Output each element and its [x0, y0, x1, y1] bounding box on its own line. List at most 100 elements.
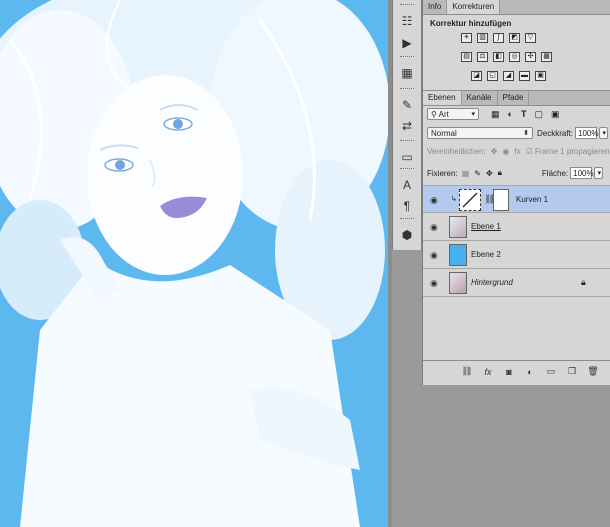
chevron-down-icon: ▾ [597, 170, 602, 177]
new-layer-icon[interactable]: ❐ [566, 366, 578, 377]
panel-dock-strip: ☷ ▶ ▦ ✎ ⇄ ▭ A ¶ ⬢ [392, 0, 422, 250]
tab-info[interactable]: Info [423, 0, 448, 14]
lock-pixels-icon[interactable]: ✎ [474, 169, 481, 178]
dock-grip[interactable] [400, 168, 414, 171]
unify-visibility-icon[interactable]: ◉ [502, 147, 509, 156]
paragraph-icon[interactable]: ¶ [396, 195, 418, 217]
document-canvas[interactable] [0, 0, 388, 527]
photo-filter-icon[interactable]: ◎ [509, 52, 520, 62]
filter-smart-icon[interactable]: ▣ [551, 109, 560, 120]
layer-thumb [449, 244, 467, 266]
selective-color-icon[interactable]: ▣ [535, 71, 546, 81]
tool-preset-icon[interactable]: ▭ [396, 146, 418, 168]
character-icon[interactable]: A [396, 174, 418, 196]
layer-row-ebene-2[interactable]: ◉ Ebene 2 [423, 241, 610, 269]
layer-filter-row: ⚲ Art ▾ ▦ ◐ T ▢ ▣ [427, 108, 559, 120]
lock-all-icon[interactable]: 🔒︎ [498, 168, 502, 178]
opacity-input[interactable]: 100% [575, 127, 598, 139]
opacity-dropdown[interactable]: ▾ [599, 127, 609, 139]
filter-kind-select[interactable]: ⚲ Art ▾ [427, 108, 479, 120]
3d-icon[interactable]: ⬢ [396, 224, 418, 246]
adjustments-row-2: ▤ ⚖ ◧ ◎ ✣ ▦ [461, 52, 552, 62]
lock-position-icon[interactable]: ✥ [486, 169, 493, 178]
filter-shape-icon[interactable]: ▢ [534, 109, 543, 120]
levels-icon[interactable]: ▥ [477, 33, 488, 43]
layer-thumb [449, 216, 467, 238]
brightness-icon[interactable]: ☀ [461, 33, 472, 43]
black-white-icon[interactable]: ◧ [493, 52, 504, 62]
dock-grip[interactable] [400, 4, 414, 7]
adjustments-title: Korrektur hinzufügen [430, 19, 512, 28]
propagate-label: Frame 1 propagieren [534, 147, 610, 156]
filter-type-icon[interactable]: T [521, 109, 527, 119]
tab-ebenen[interactable]: Ebenen [423, 91, 462, 105]
layer-name: Kurven 1 [516, 195, 549, 204]
unify-row: Vereinheitlichen: ✥ ◉ fx ☑ Frame 1 propa… [427, 147, 610, 156]
adjustments-tabbar: Info Korrekturen [423, 0, 610, 15]
unify-label: Vereinheitlichen: [427, 147, 486, 156]
layers-footer: ⛓︎ fx ◙ ◐ ▭ ❐ 🗑︎ [423, 360, 610, 382]
opacity-label: Deckkraft: [537, 128, 574, 138]
blend-mode-value: Normal [431, 129, 457, 138]
mask-icon[interactable]: ◙ [503, 367, 515, 377]
filter-pixel-icon[interactable]: ▦ [491, 109, 500, 120]
lock-transparency-icon[interactable]: ▦ [462, 169, 470, 178]
right-panels: Info Korrekturen Korrektur hinzufügen ☀ … [422, 0, 610, 385]
group-icon[interactable]: ▭ [545, 366, 557, 377]
eye-icon[interactable]: ◉ [430, 222, 438, 233]
eye-icon[interactable]: ◉ [430, 250, 438, 261]
clipping-arrow-icon: ↳ [451, 196, 457, 203]
unify-position-icon[interactable]: ✥ [491, 147, 498, 156]
layer-thumb [449, 272, 467, 294]
color-balance-icon[interactable]: ⚖ [477, 52, 488, 62]
layer-row-ebene-1[interactable]: ◉ Ebene 1 [423, 213, 610, 241]
hue-saturation-icon[interactable]: ▤ [461, 52, 472, 62]
vibrance-icon[interactable]: ▽ [525, 33, 536, 43]
adjustment-layer-icon[interactable]: ◐ [524, 367, 536, 377]
brush-preset-icon[interactable]: ▦ [396, 62, 418, 84]
curves-icon[interactable]: ∫ [493, 33, 504, 43]
chevron-down-icon: ▾ [602, 130, 607, 137]
filter-kind-value: Art [438, 110, 449, 119]
link-icon[interactable]: ⛓︎ [461, 366, 473, 377]
fx-icon[interactable]: fx [482, 367, 494, 377]
dock-grip[interactable] [400, 56, 414, 59]
adjustments-row-3: ◪ ◱ ◢ ▬ ▣ [471, 71, 546, 81]
posterize-icon[interactable]: ◱ [487, 71, 498, 81]
color-lookup-icon[interactable]: ▦ [541, 52, 552, 62]
lock-label: Fixieren: [427, 168, 458, 178]
propagate-checkbox[interactable]: ☑ [526, 147, 533, 156]
channel-mixer-icon[interactable]: ✣ [525, 52, 536, 62]
dock-grip[interactable] [400, 140, 414, 143]
gradient-map-icon[interactable]: ▬ [519, 71, 530, 81]
layer-row-kurven-1[interactable]: ◉ ↳ ⛓︎ Kurven 1 [423, 185, 610, 213]
layer-name: Ebene 2 [471, 250, 501, 259]
tab-korrekturen[interactable]: Korrekturen [447, 0, 501, 14]
blend-mode-select[interactable]: Normal ⬍ [427, 127, 533, 139]
actions-icon[interactable]: ☷ [396, 10, 418, 32]
play-icon[interactable]: ▶ [396, 32, 418, 54]
tab-pfade[interactable]: Pfade [498, 91, 530, 105]
layer-name: Ebene 1 [471, 222, 501, 231]
eye-icon[interactable]: ◉ [430, 278, 438, 289]
unify-style-icon[interactable]: fx [514, 147, 520, 156]
threshold-icon[interactable]: ◢ [503, 71, 514, 81]
layer-name: Hintergrund [471, 278, 513, 287]
layer-row-hintergrund[interactable]: ◉ Hintergrund 🔒︎ [423, 269, 610, 297]
fill-dropdown[interactable]: ▾ [594, 167, 604, 179]
dock-grip[interactable] [400, 88, 414, 91]
exposure-icon[interactable]: ◩ [509, 33, 520, 43]
brush-icon[interactable]: ✎ [396, 94, 418, 116]
clone-source-icon[interactable]: ⇄ [396, 115, 418, 137]
trash-icon[interactable]: 🗑︎ [587, 366, 599, 377]
layers-panel: Ebenen Kanäle Pfade ⚲ Art ▾ ▦ ◐ T ▢ ▣ Nor… [423, 90, 610, 385]
invert-icon[interactable]: ◪ [471, 71, 482, 81]
eye-icon[interactable]: ◉ [430, 195, 438, 206]
filter-adjustment-icon[interactable]: ◐ [508, 109, 513, 119]
photo-image [0, 0, 388, 527]
dock-grip[interactable] [400, 218, 414, 221]
fill-input[interactable]: 100% [570, 167, 594, 179]
tab-kanaele[interactable]: Kanäle [462, 91, 498, 105]
lock-row: Fixieren: ▦ ✎ ✥ 🔒︎ Fläche: 100% ▾ [427, 167, 604, 179]
chevron-down-icon: ⬍ [523, 130, 529, 137]
